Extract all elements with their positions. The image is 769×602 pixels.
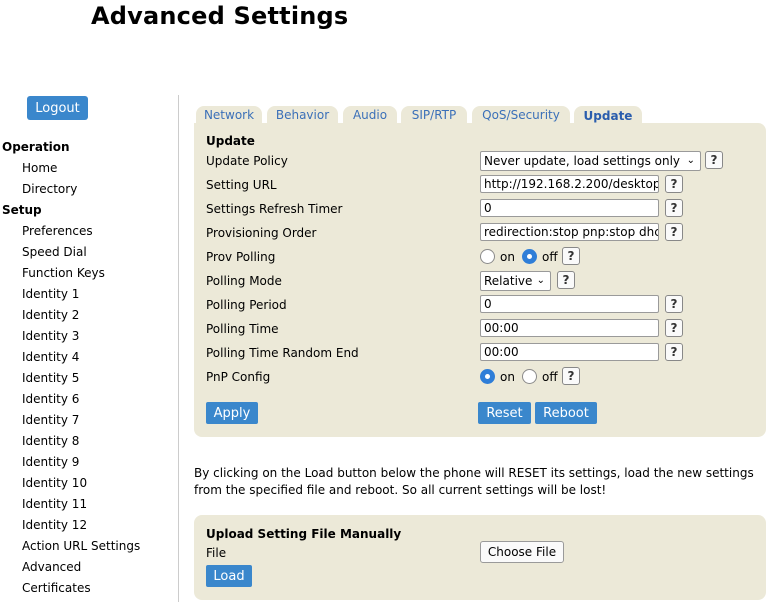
choose-file-button[interactable]: Choose File [480,541,564,563]
nav-item-preferences[interactable]: Preferences [22,224,93,238]
nav-section-setup: Setup [2,203,42,217]
help-icon[interactable]: ? [665,199,683,217]
tab-qos-security[interactable]: QoS/Security [472,106,570,124]
prov-polling-off-radio[interactable] [522,249,537,264]
tab-network[interactable]: Network [196,106,262,124]
prov-polling-off-label: off [542,250,558,264]
polling-mode-label: Polling Mode [206,274,282,288]
help-icon[interactable]: ? [562,367,580,385]
file-label: File [206,546,227,560]
help-icon[interactable]: ? [705,151,723,169]
nav-item-identity-4[interactable]: Identity 4 [22,350,79,364]
polling-time-random-end-input[interactable]: 00:00 [480,343,659,361]
sidebar-divider [178,95,179,602]
polling-time-label: Polling Time [206,322,279,336]
nav-item-speed-dial[interactable]: Speed Dial [22,245,87,259]
help-icon[interactable]: ? [665,343,683,361]
nav-item-identity-9[interactable]: Identity 9 [22,455,79,469]
help-icon[interactable]: ? [557,271,575,289]
polling-time-random-end-label: Polling Time Random End [206,346,359,360]
tab-audio[interactable]: Audio [343,106,397,124]
nav-section-operation: Operation [2,140,70,154]
nav-item-identity-11[interactable]: Identity 11 [22,497,87,511]
tab-sip-rtp[interactable]: SIP/RTP [401,106,467,124]
help-icon[interactable]: ? [665,223,683,241]
polling-mode-value: Relative [484,274,533,288]
pnp-config-label: PnP Config [206,370,271,384]
nav-item-identity-1[interactable]: Identity 1 [22,287,79,301]
nav-item-action-url-settings[interactable]: Action URL Settings [22,539,140,553]
refresh-timer-input[interactable]: 0 [480,199,659,217]
setting-url-label: Setting URL [206,178,277,192]
pnp-config-on-radio[interactable] [480,369,495,384]
nav-item-identity-2[interactable]: Identity 2 [22,308,79,322]
provisioning-order-label: Provisioning Order [206,226,317,240]
prov-polling-on-label: on [500,250,515,264]
tab-behavior[interactable]: Behavior [267,106,338,124]
chevron-down-icon: ⌄ [536,275,545,286]
polling-period-label: Polling Period [206,298,287,312]
prov-polling-on-radio[interactable] [480,249,495,264]
reboot-button[interactable]: Reboot [535,402,597,424]
load-button[interactable]: Load [206,565,252,587]
page-title: Advanced Settings [91,2,349,30]
refresh-timer-label: Settings Refresh Timer [206,202,343,216]
nav-item-identity-7[interactable]: Identity 7 [22,413,79,427]
setting-url-input[interactable]: http://192.168.2.200/desktop/ [480,175,659,193]
nav-item-home[interactable]: Home [22,161,57,175]
help-icon[interactable]: ? [665,175,683,193]
reset-warning-text: By clicking on the Load button below the… [194,466,754,497]
pnp-config-on-label: on [500,370,515,384]
pnp-config-off-label: off [542,370,558,384]
nav-item-identity-3[interactable]: Identity 3 [22,329,79,343]
reset-button[interactable]: Reset [478,402,531,424]
logout-button[interactable]: Logout [27,96,88,120]
prov-polling-label: Prov Polling [206,250,276,264]
upload-section-title: Upload Setting File Manually [206,527,402,541]
nav-item-directory[interactable]: Directory [22,182,77,196]
polling-time-input[interactable]: 00:00 [480,319,659,337]
nav-item-identity-6[interactable]: Identity 6 [22,392,79,406]
nav-item-function-keys[interactable]: Function Keys [22,266,105,280]
pnp-config-off-radio[interactable] [522,369,537,384]
nav-item-identity-5[interactable]: Identity 5 [22,371,79,385]
update-section-title: Update [206,134,255,148]
update-policy-label: Update Policy [206,154,288,168]
apply-button[interactable]: Apply [206,402,258,424]
nav-item-identity-12[interactable]: Identity 12 [22,518,87,532]
nav-item-advanced[interactable]: Advanced [22,560,81,574]
update-policy-select[interactable]: Never update, load settings only ⌄ [480,151,701,171]
polling-mode-select[interactable]: Relative ⌄ [480,271,551,291]
provisioning-order-input[interactable]: redirection:stop pnp:stop dhcp [480,223,659,241]
help-icon[interactable]: ? [665,319,683,337]
nav-item-identity-8[interactable]: Identity 8 [22,434,79,448]
help-icon[interactable]: ? [665,295,683,313]
polling-period-input[interactable]: 0 [480,295,659,313]
nav-item-identity-10[interactable]: Identity 10 [22,476,87,490]
nav-item-certificates[interactable]: Certificates [22,581,91,595]
chevron-down-icon: ⌄ [686,155,695,166]
update-policy-value: Never update, load settings only [484,154,681,168]
help-icon[interactable]: ? [562,247,580,265]
